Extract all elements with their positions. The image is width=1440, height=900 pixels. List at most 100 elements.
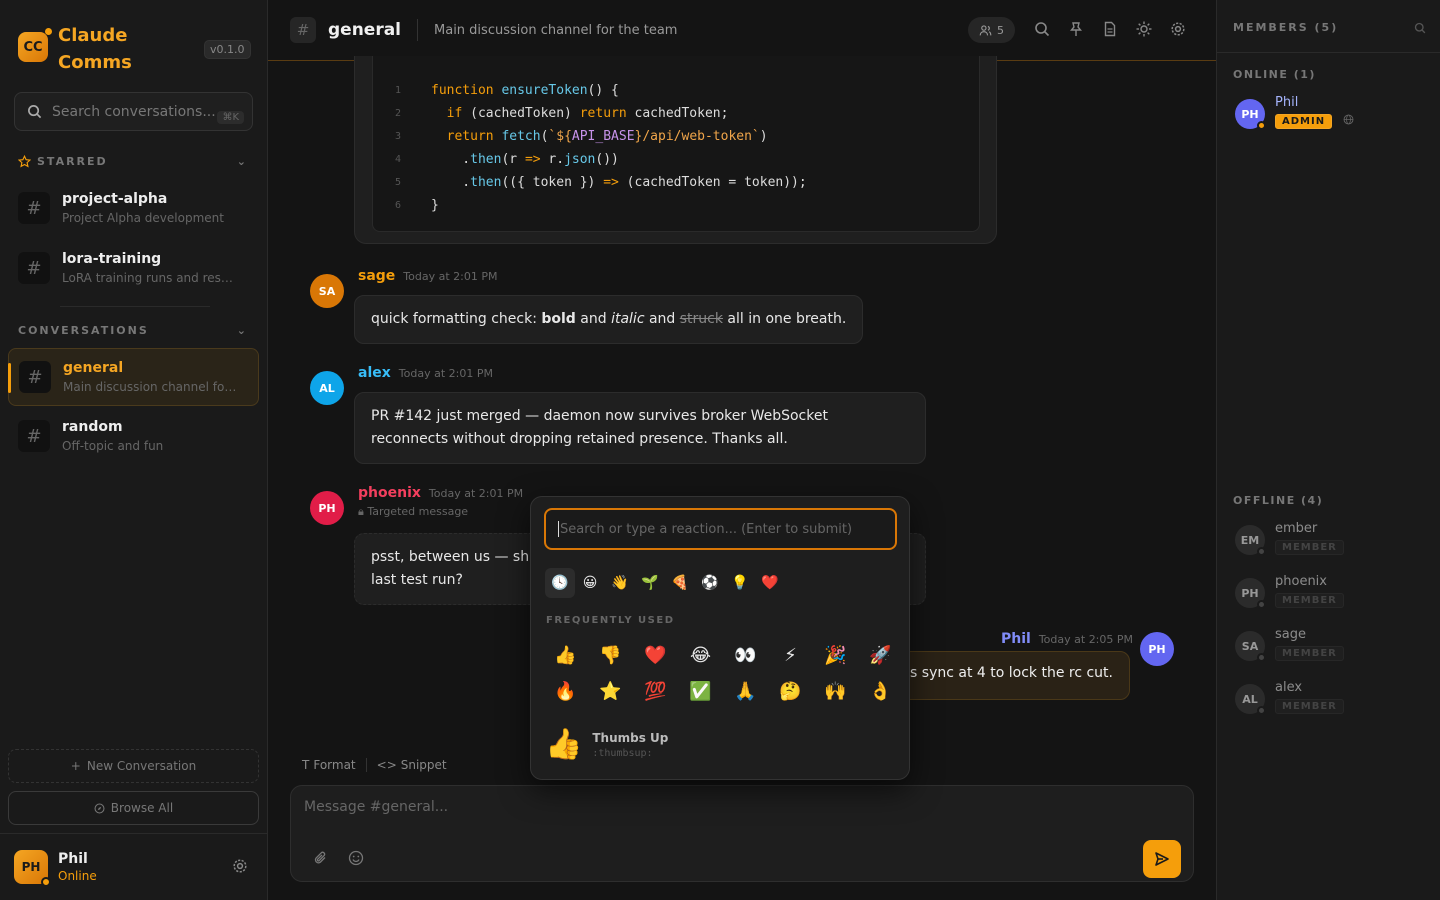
starred-header[interactable]: STARRED ⌄ [18,155,248,168]
conversations-header[interactable]: CONVERSATIONS ⌄ [18,324,248,337]
member-name: sage [1275,627,1306,642]
emoji-button[interactable]: ❤️ [633,637,678,673]
emoji-button[interactable]: 🤔 [768,673,813,709]
people-category-tab[interactable]: 👋 [605,568,635,598]
message-author[interactable]: alex [358,365,391,381]
message-author[interactable]: sage [358,268,395,284]
status-dot [1257,547,1266,556]
starred-title: STARRED [37,155,108,168]
sun-icon[interactable] [1136,21,1152,37]
user-status: Online [58,869,97,883]
emoji-button[interactable]: 💯 [633,673,678,709]
channel-name: random [62,419,123,435]
channel-item-general[interactable]: # general Main discussion channel for ... [8,348,259,406]
emoji-button[interactable]: 🎉 [813,637,858,673]
hash-icon: # [290,17,316,43]
code-line: 2 if (cachedToken) return cachedToken; [394,106,729,121]
member-name: alex [1275,680,1303,695]
avatar: EM [1235,525,1266,556]
paperclip-icon[interactable] [313,850,329,866]
new-conversation-button[interactable]: + New Conversation [8,749,259,783]
gear-icon[interactable] [232,858,248,874]
status-dot [1257,706,1266,715]
search-icon[interactable] [1414,22,1426,34]
code-line: 3 return fetch(`${API_BASE}/api/web-toke… [394,129,768,144]
emoji-button[interactable]: 🚀 [858,637,903,673]
role-badge: MEMBER [1275,540,1344,555]
emoji-button[interactable]: 👍 [543,637,588,673]
users-icon [979,24,992,35]
user-avatar[interactable]: PH [14,850,51,887]
nature-category-tab[interactable]: 🌱 [635,568,665,598]
member-count: 5 [997,23,1004,37]
gear-icon[interactable] [1170,21,1186,37]
frequently-used-title: FREQUENTLY USED [546,615,675,626]
code-icon: <> [376,758,397,772]
app-name: Claude Comms [58,25,132,73]
emoji-button[interactable]: ⭐ [588,673,633,709]
channel-item-project-alpha[interactable]: # project-alpha Project Alpha development [8,179,259,237]
sidebar: CC Claude Comms v0.1.0 Search conversati… [0,0,268,900]
emoji-button[interactable]: 👀 [723,637,768,673]
browse-all-button[interactable]: Browse All [8,791,259,825]
member-item-phoenix[interactable]: PH phoenix MEMBER [1235,574,1344,609]
objects-category-tab[interactable]: 💡 [725,568,755,598]
emoji-button[interactable]: 👌 [858,673,903,709]
send-button[interactable] [1143,840,1181,878]
member-count-button[interactable]: 5 [968,17,1015,43]
search-icon[interactable] [1034,21,1050,37]
channel-name: project-alpha [62,191,168,207]
channel-item-random[interactable]: # random Off-topic and fun [8,407,259,465]
member-item-phil[interactable]: PH Phil ADMIN [1235,95,1354,130]
avatar: SA [1235,631,1266,662]
online-group-title: ONLINE (1) [1233,68,1316,81]
pin-icon[interactable] [1068,21,1084,37]
symbols-category-tab[interactable]: ❤️ [755,568,785,598]
message-time: Today at 2:01 PM [403,270,498,283]
member-item-alex[interactable]: AL alex MEMBER [1235,680,1344,715]
message-bubble: quick formatting check: bold and italic … [354,295,864,344]
recent-category-tab[interactable]: 🕓 [545,568,575,598]
search-shortcut: ⌘K [217,111,244,124]
members-title: MEMBERS (5) [1233,21,1339,34]
member-item-ember[interactable]: EM ember MEMBER [1235,521,1344,556]
food-category-tab[interactable]: 🍕 [665,568,695,598]
format-button[interactable]: T Format [302,758,356,772]
emoji-button[interactable]: 🙌 [813,673,858,709]
emoji-button[interactable]: 🔥 [543,673,588,709]
avatar[interactable]: PH [1140,632,1174,666]
avatar[interactable]: AL [310,371,344,405]
emoji-icon[interactable] [348,850,364,866]
snippet-button[interactable]: <> Snippet [377,758,447,772]
preview-code: :thumbsup: [592,747,653,759]
avatar[interactable]: PH [310,491,344,525]
smileys-category-tab[interactable]: 😀 [575,568,605,598]
document-icon[interactable] [1102,21,1118,37]
chevron-down-icon[interactable]: ⌄ [237,155,248,168]
user-panel: PH Phil Online [0,833,268,900]
divider [365,758,367,772]
message-author[interactable]: Phil [1001,631,1031,647]
activities-category-tab[interactable]: ⚽ [695,568,725,598]
emoji-button[interactable]: 😂 [678,637,723,673]
emoji-button[interactable]: ⚡ [768,637,813,673]
emoji-button[interactable]: 👎 [588,637,633,673]
member-item-sage[interactable]: SA sage MEMBER [1235,627,1344,662]
role-badge: MEMBER [1275,699,1344,714]
emoji-button[interactable]: ✅ [678,673,723,709]
channel-desc: Main discussion channel for ... [63,380,241,394]
emoji-button[interactable]: 🙏 [723,673,768,709]
message-input[interactable]: Message #general... [290,785,1194,882]
code-block: 1 function ensureToken() { 2 if (cachedTo… [372,56,980,232]
text-caret [558,521,559,537]
emoji-picker: Search or type a reaction... (Enter to s… [530,496,910,780]
message-author[interactable]: phoenix [358,485,421,501]
chevron-down-icon[interactable]: ⌄ [237,324,248,337]
avatar[interactable]: SA [310,274,344,308]
members-panel: MEMBERS (5) ONLINE (1) PH Phil ADMIN OFF… [1216,0,1440,900]
hash-icon: # [18,252,50,284]
star-icon [18,155,31,168]
search-input[interactable]: Search conversations... ⌘K [14,92,253,131]
channel-item-lora-training[interactable]: # lora-training LoRA training runs and re… [8,239,259,297]
emoji-search-input[interactable]: Search or type a reaction... (Enter to s… [544,508,897,550]
